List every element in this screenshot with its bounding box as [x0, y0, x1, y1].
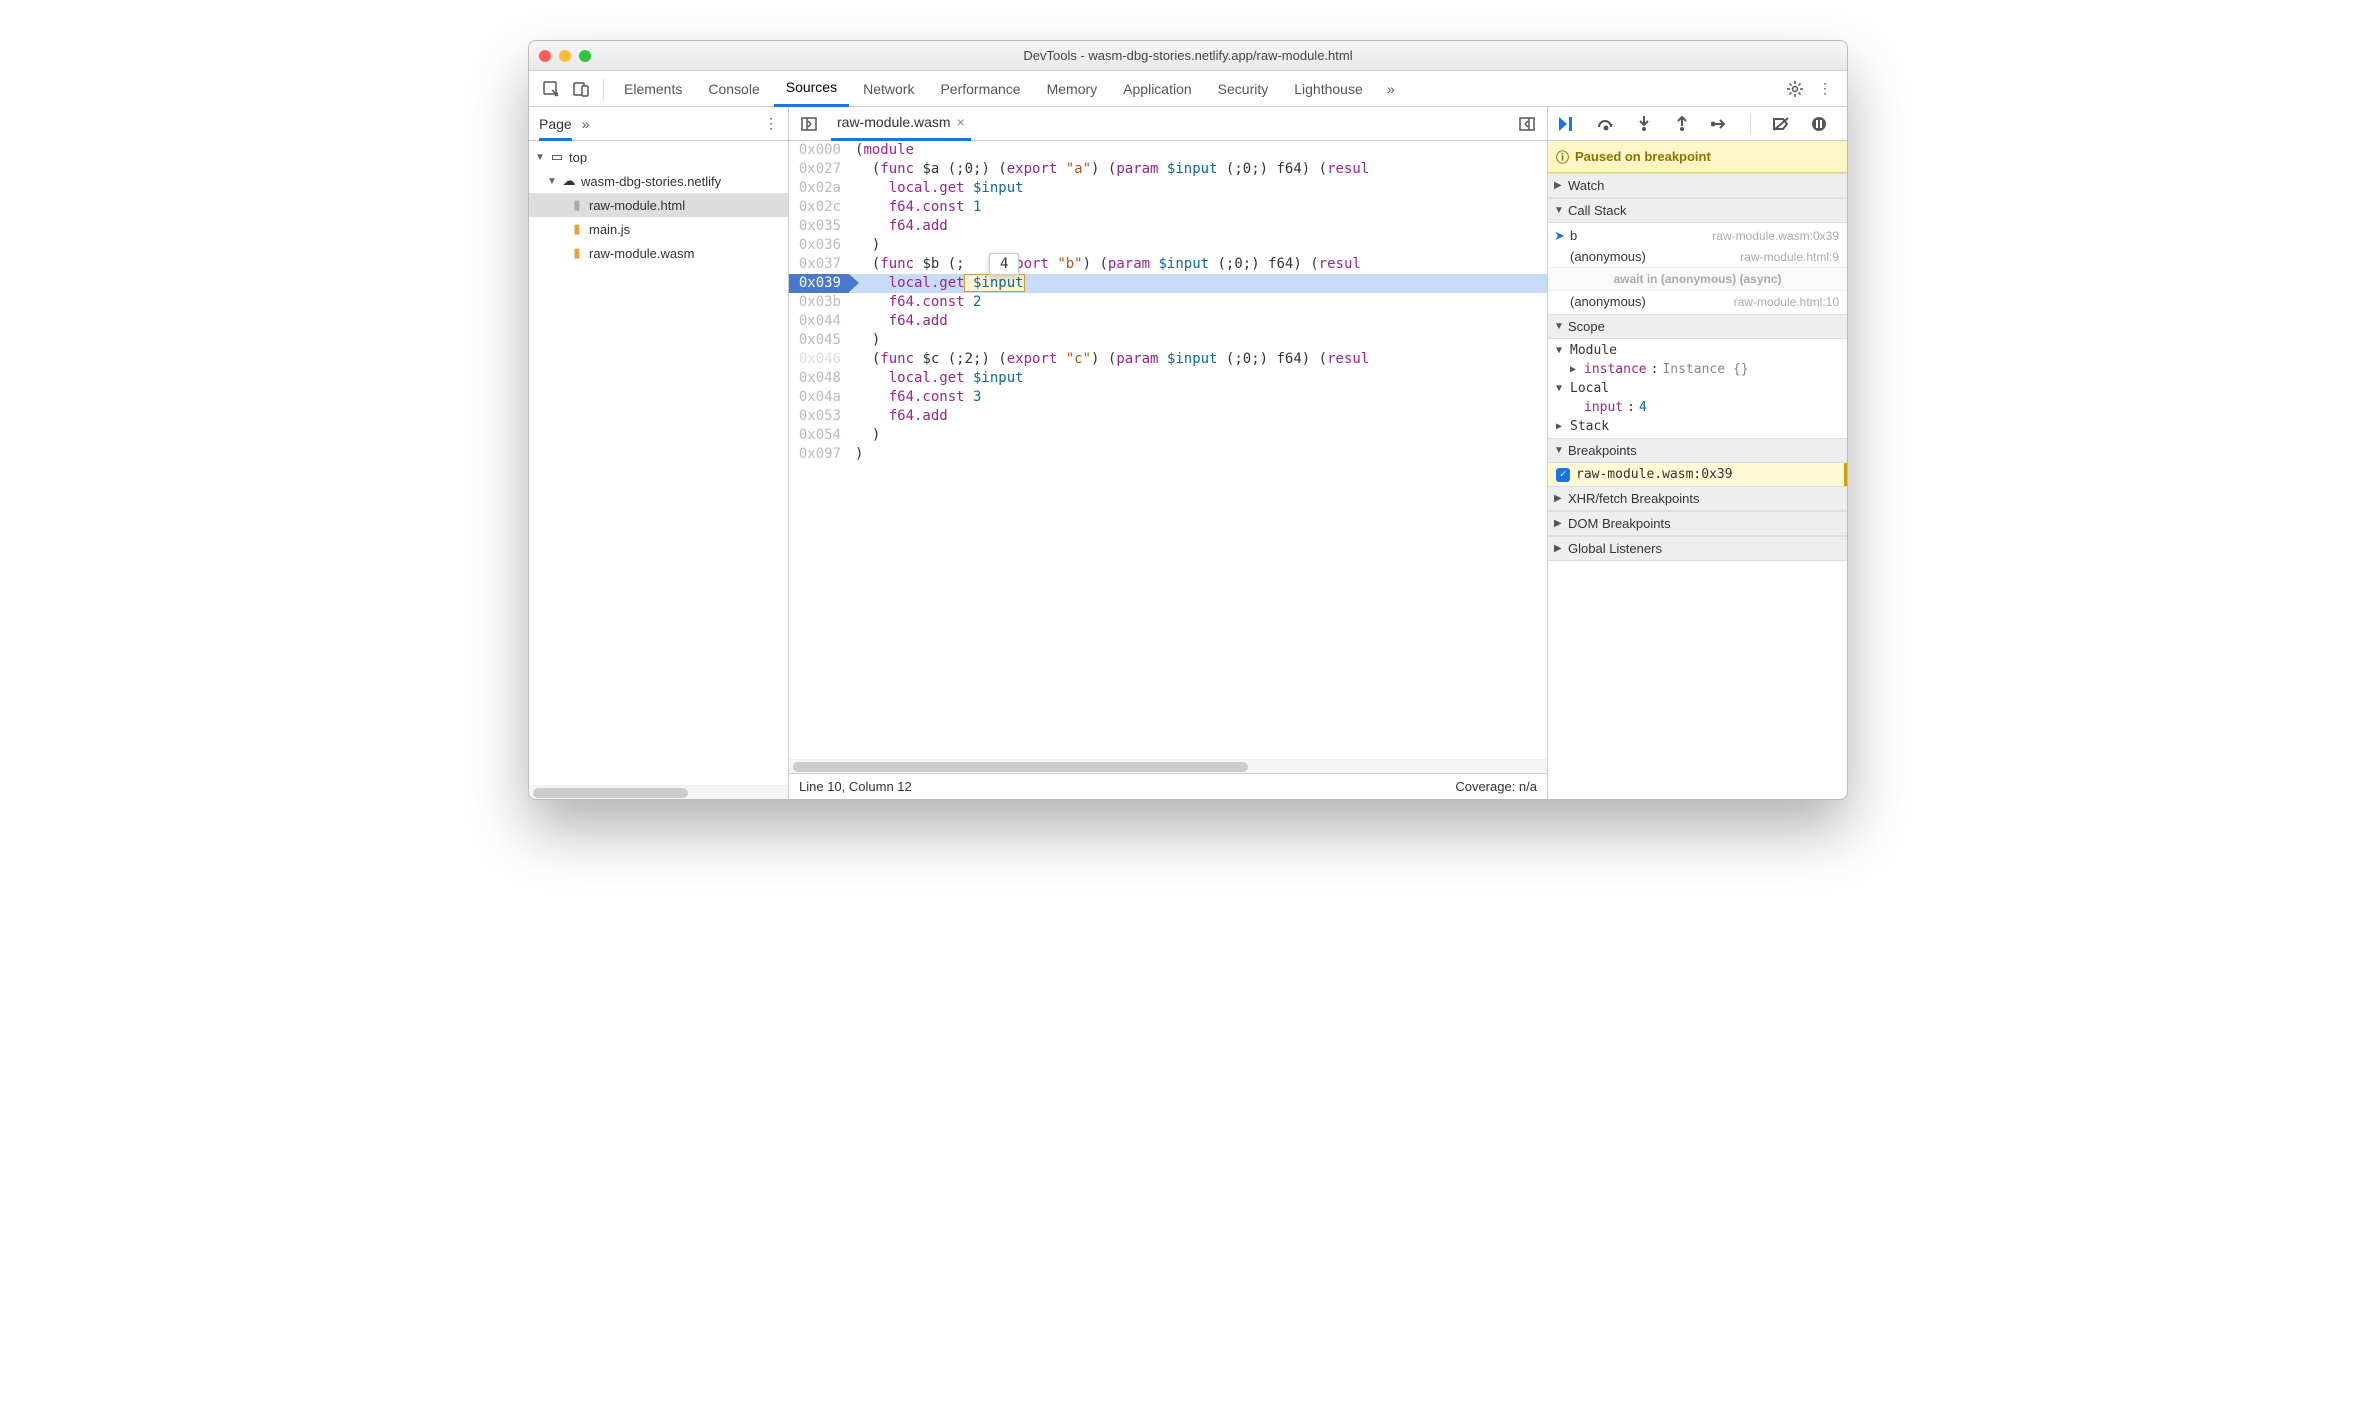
section-watch[interactable]: ▶Watch: [1548, 173, 1847, 198]
code-line[interactable]: 0x053 f64.add: [789, 407, 1547, 426]
tree-file-html[interactable]: ▮raw-module.html: [529, 193, 788, 217]
code-line[interactable]: 0x046 (func $c (;2;) (export "c") (param…: [789, 350, 1547, 369]
hover-tooltip: 4: [989, 253, 1019, 275]
tab-network[interactable]: Network: [851, 71, 926, 107]
code-line[interactable]: 0x037 (func $b (; (export "b") (param $i…: [789, 255, 1547, 274]
source-editor-panel: raw-module.wasm × 4 0x000(module0x027 (f…: [789, 107, 1547, 799]
close-tab-icon[interactable]: ×: [957, 114, 965, 130]
coverage-status: Coverage: n/a: [1455, 779, 1537, 794]
scope-module-instance[interactable]: ▶instance: Instance {}: [1548, 360, 1847, 379]
maximize-window-button[interactable]: [579, 50, 591, 62]
code-line[interactable]: 0x039 local.get $input: [789, 274, 1547, 293]
debugger-panel: ⓘ Paused on breakpoint ▶Watch ▼Call Stac…: [1547, 107, 1847, 799]
tree-file-wasm[interactable]: ▮raw-module.wasm: [529, 241, 788, 265]
callstack-async-separator: await in (anonymous) (async): [1548, 267, 1847, 291]
source-tab[interactable]: raw-module.wasm ×: [831, 107, 971, 141]
minimize-window-button[interactable]: [559, 50, 571, 62]
checkbox-icon[interactable]: ✓: [1556, 468, 1570, 482]
info-icon: ⓘ: [1556, 147, 1569, 166]
file-icon: ▮: [569, 197, 585, 213]
code-line[interactable]: 0x04a f64.const 3: [789, 388, 1547, 407]
more-tabs-icon[interactable]: »: [1377, 75, 1405, 103]
code-line[interactable]: 0x035 f64.add: [789, 217, 1547, 236]
tab-application[interactable]: Application: [1111, 71, 1204, 107]
callstack-frame[interactable]: ➤braw-module.wasm:0x39: [1548, 225, 1847, 246]
step-icon[interactable]: [1706, 110, 1734, 138]
tree-domain[interactable]: ▼☁wasm-dbg-stories.netlify: [529, 169, 788, 193]
toggle-debugger-icon[interactable]: [1513, 110, 1541, 138]
settings-icon[interactable]: [1781, 75, 1809, 103]
step-out-icon[interactable]: [1668, 110, 1696, 138]
code-line[interactable]: 0x03b f64.const 2: [789, 293, 1547, 312]
code-line[interactable]: 0x045 ): [789, 331, 1547, 350]
tab-console[interactable]: Console: [696, 71, 771, 107]
section-scope[interactable]: ▼Scope: [1548, 314, 1847, 339]
source-tab-label: raw-module.wasm: [837, 114, 951, 130]
editor-scrollbar[interactable]: [789, 759, 1547, 773]
callstack-frame[interactable]: (anonymous)raw-module.html:9: [1548, 246, 1847, 267]
section-breakpoints[interactable]: ▼Breakpoints: [1548, 438, 1847, 463]
section-global[interactable]: ▶Global Listeners: [1548, 536, 1847, 561]
tab-lighthouse[interactable]: Lighthouse: [1282, 71, 1375, 107]
callstack-frame[interactable]: (anonymous)raw-module.html:10: [1548, 291, 1847, 312]
window-title: DevTools - wasm-dbg-stories.netlify.app/…: [529, 48, 1847, 63]
sidebar-scrollbar[interactable]: [529, 785, 788, 799]
code-line[interactable]: 0x02c f64.const 1: [789, 198, 1547, 217]
toggle-navigator-icon[interactable]: [795, 110, 823, 138]
device-toolbar-icon[interactable]: [567, 75, 595, 103]
kebab-menu-icon[interactable]: ⋮: [1811, 75, 1839, 103]
section-dom[interactable]: ▶DOM Breakpoints: [1548, 511, 1847, 536]
cursor-position: Line 10, Column 12: [799, 779, 912, 794]
tab-performance[interactable]: Performance: [928, 71, 1032, 107]
step-into-icon[interactable]: [1630, 110, 1658, 138]
scope-stack[interactable]: ▶Stack: [1548, 417, 1847, 436]
scope-local-input: input: 4: [1548, 398, 1847, 417]
pause-exceptions-icon[interactable]: [1805, 110, 1833, 138]
code-editor[interactable]: 4 0x000(module0x027 (func $a (;0;) (expo…: [789, 141, 1547, 759]
tree-top[interactable]: ▼▭top: [529, 145, 788, 169]
sidebar-kebab-icon[interactable]: ⋮: [764, 115, 778, 132]
inspect-element-icon[interactable]: [537, 75, 565, 103]
close-window-button[interactable]: [539, 50, 551, 62]
resume-icon[interactable]: [1554, 110, 1582, 138]
section-xhr[interactable]: ▶XHR/fetch Breakpoints: [1548, 486, 1847, 511]
paused-banner: ⓘ Paused on breakpoint: [1548, 141, 1847, 173]
sidebar-more-icon[interactable]: »: [582, 116, 590, 132]
scope-module[interactable]: ▼Module: [1548, 341, 1847, 360]
tab-elements[interactable]: Elements: [612, 71, 694, 107]
file-icon: ▮: [569, 245, 585, 261]
section-callstack[interactable]: ▼Call Stack: [1548, 198, 1847, 223]
file-icon: ▮: [569, 221, 585, 237]
code-line[interactable]: 0x054 ): [789, 426, 1547, 445]
code-line[interactable]: 0x027 (func $a (;0;) (export "a") (param…: [789, 160, 1547, 179]
tab-security[interactable]: Security: [1206, 71, 1281, 107]
window-titlebar: DevTools - wasm-dbg-stories.netlify.app/…: [529, 41, 1847, 71]
step-over-icon[interactable]: [1592, 110, 1620, 138]
window-icon: ▭: [549, 149, 565, 165]
code-line[interactable]: 0x048 local.get $input: [789, 369, 1547, 388]
tree-file-js[interactable]: ▮main.js: [529, 217, 788, 241]
code-line[interactable]: 0x097): [789, 445, 1547, 464]
code-line[interactable]: 0x044 f64.add: [789, 312, 1547, 331]
code-line[interactable]: 0x02a local.get $input: [789, 179, 1547, 198]
deactivate-breakpoints-icon[interactable]: [1767, 110, 1795, 138]
code-line[interactable]: 0x000(module: [789, 141, 1547, 160]
navigator-panel: Page » ⋮ ▼▭top ▼☁wasm-dbg-stories.netlif…: [529, 107, 789, 799]
tab-memory[interactable]: Memory: [1035, 71, 1110, 107]
breakpoint-item[interactable]: ✓ raw-module.wasm:0x39: [1548, 463, 1847, 486]
tab-sources[interactable]: Sources: [774, 71, 849, 107]
cloud-icon: ☁: [561, 173, 577, 189]
scope-local[interactable]: ▼Local: [1548, 379, 1847, 398]
code-line[interactable]: 0x036 ): [789, 236, 1547, 255]
main-toolbar: Elements Console Sources Network Perform…: [529, 71, 1847, 107]
sidebar-tab-page[interactable]: Page: [539, 107, 572, 141]
